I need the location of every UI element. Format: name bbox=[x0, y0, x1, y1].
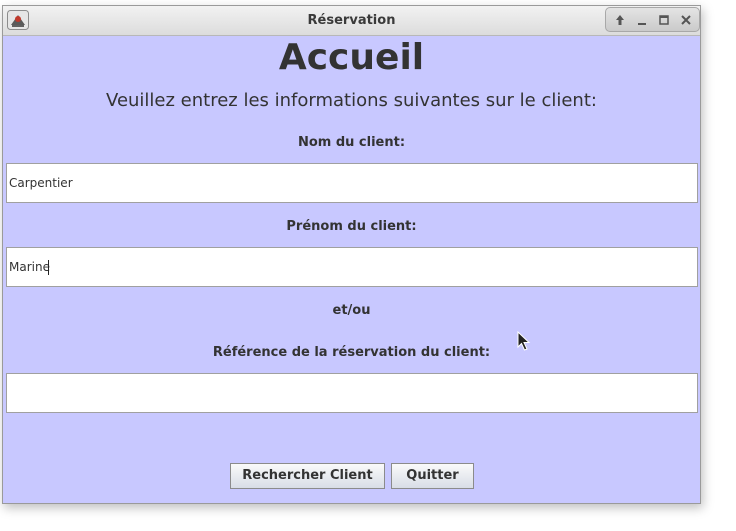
reservation-window: Réservation Accueil Veuillez entrez les … bbox=[2, 5, 701, 504]
prenom-input[interactable] bbox=[6, 247, 698, 287]
nom-input[interactable] bbox=[6, 163, 698, 203]
window-controls bbox=[605, 7, 700, 32]
main-panel: Accueil Veuillez entrez les informations… bbox=[3, 36, 700, 503]
prenom-label: Prénom du client: bbox=[286, 219, 417, 234]
maximize-icon[interactable] bbox=[655, 11, 673, 29]
text-caret bbox=[48, 260, 49, 275]
page-subtitle: Veuillez entrez les informations suivant… bbox=[106, 90, 597, 111]
reference-label: Référence de la réservation du client: bbox=[212, 345, 491, 360]
minimize-icon[interactable] bbox=[633, 11, 651, 29]
separator-label: et/ou bbox=[332, 303, 371, 318]
close-icon[interactable] bbox=[677, 11, 695, 29]
up-arrow-icon[interactable] bbox=[611, 11, 629, 29]
nom-label: Nom du client: bbox=[297, 135, 406, 150]
title-bar[interactable]: Réservation bbox=[3, 6, 700, 36]
reference-input[interactable] bbox=[6, 373, 698, 413]
mouse-pointer-icon bbox=[517, 331, 531, 351]
window-title: Réservation bbox=[307, 13, 396, 28]
quit-button[interactable]: Quitter bbox=[391, 463, 474, 489]
search-client-button[interactable]: Rechercher Client bbox=[230, 463, 385, 489]
page-title: Accueil bbox=[278, 37, 425, 78]
